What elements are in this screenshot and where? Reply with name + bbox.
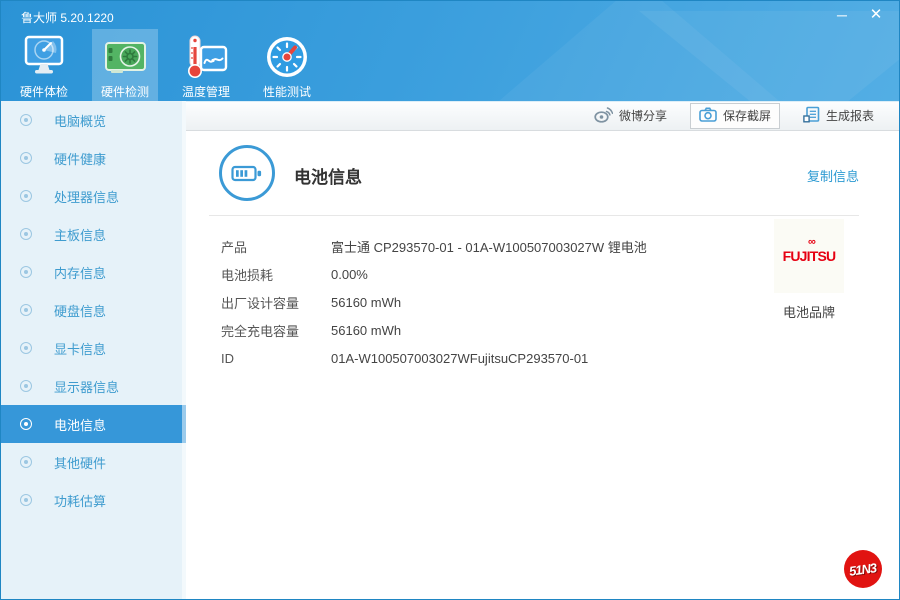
radio-icon (20, 380, 32, 392)
tab-hardware-checkup[interactable]: 硬件体检 (11, 29, 77, 101)
page-title: 电池信息 (294, 168, 362, 187)
app-title: 鲁大师 5.20.1220 (21, 11, 114, 25)
sidebar-item-label: 功耗估算 (54, 493, 107, 509)
weibo-share-button[interactable]: 微博分享 (585, 102, 676, 130)
sidebar-item-label: 电池信息 (54, 417, 107, 433)
nav-tab-label: 硬件体检 (19, 85, 68, 99)
battery-icon (219, 145, 275, 201)
app-window: 鲁大师 5.20.1220 ─ ✕ 硬件体检 硬件检测 温度管理 性能测试 电脑… (0, 0, 900, 600)
sidebar: 电脑概览 硬件健康 处理器信息 主板信息 内存信息 硬盘信息 显卡信息 显示器信… (1, 101, 186, 599)
radio-icon (20, 342, 32, 354)
sidebar-item-disk-info[interactable]: 硬盘信息 (1, 291, 186, 329)
sidebar-item-other-hardware[interactable]: 其他硬件 (1, 443, 186, 481)
radio-icon (20, 228, 32, 240)
sidebar-item-battery-info[interactable]: 电池信息 (1, 405, 186, 443)
sidebar-item-gpu-info[interactable]: 显卡信息 (1, 329, 186, 367)
radio-icon (20, 304, 32, 316)
51n3-logo: 51N3 (844, 550, 882, 588)
save-screenshot-button[interactable]: 保存截屏 (689, 102, 780, 129)
fujitsu-logo: ∞ FUJITSU (774, 219, 844, 293)
minimize-button[interactable]: ─ (829, 5, 855, 25)
battery-info-panel: 电池信息 复制信息 产品 富士通 CP293570-01 - 01A-W1005… (186, 131, 899, 599)
sidebar-item-label: 电脑概览 (54, 113, 107, 129)
sidebar-item-cpu-info[interactable]: 处理器信息 (1, 177, 186, 215)
header: 鲁大师 5.20.1220 ─ ✕ 硬件体检 硬件检测 温度管理 性能测试 (1, 1, 899, 141)
field-value: 56160 mWh (331, 294, 402, 310)
titlebar: 鲁大师 5.20.1220 ─ ✕ (1, 1, 899, 29)
sidebar-item-label: 主板信息 (54, 227, 107, 243)
monitor-radar-icon (21, 34, 67, 80)
tab-temperature[interactable]: 温度管理 (173, 29, 239, 101)
fujitsu-logo-text: FUJITSU (782, 248, 837, 264)
generate-report-button[interactable]: 生成报表 (794, 102, 883, 130)
sidebar-item-label: 显卡信息 (54, 341, 107, 357)
sidebar-item-label: 硬件健康 (54, 151, 107, 167)
sidebar-item-motherboard-info[interactable]: 主板信息 (1, 215, 186, 253)
gauge-icon (264, 34, 310, 80)
51n3-logo-text: 51N3 (848, 559, 878, 579)
field-value: 富士通 CP293570-01 - 01A-W100507003027W 锂电池 (331, 239, 647, 255)
fujitsu-infinity-mark: ∞ (808, 236, 816, 248)
field-value: 56160 mWh (331, 322, 402, 338)
field-value: 01A-W100507003027WFujitsuCP293570-01 (331, 350, 589, 366)
report-icon (803, 106, 826, 126)
sidebar-item-label: 其他硬件 (54, 455, 107, 471)
generate-report-label: 生成报表 (825, 109, 874, 123)
save-screenshot-label: 保存截屏 (722, 109, 771, 123)
sidebar-item-memory-info[interactable]: 内存信息 (1, 253, 186, 291)
field-row-id: ID 01A-W100507003027WFujitsuCP293570-01 (221, 344, 899, 372)
divider (209, 215, 859, 216)
radio-icon (20, 456, 32, 468)
sidebar-item-label: 硬盘信息 (54, 303, 107, 319)
radio-icon (20, 418, 32, 430)
camera-icon (699, 107, 723, 125)
field-value: 0.00% (331, 266, 368, 282)
field-label: 产品 (221, 239, 248, 255)
battery-brand-caption: 电池品牌 (782, 305, 835, 320)
sidebar-item-display-info[interactable]: 显示器信息 (1, 367, 186, 405)
radio-icon (20, 266, 32, 278)
weibo-share-label: 微博分享 (618, 109, 667, 123)
radio-icon (20, 494, 32, 506)
copy-info-link[interactable]: 复制信息 (807, 166, 859, 185)
gpu-card-icon (102, 34, 148, 80)
radio-icon (20, 152, 32, 164)
nav-tab-label: 温度管理 (181, 85, 230, 99)
nav-tab-label: 性能测试 (262, 85, 311, 99)
sidebar-item-label: 显示器信息 (54, 379, 120, 395)
sidebar-item-computer-overview[interactable]: 电脑概览 (1, 101, 186, 139)
radio-icon (20, 114, 32, 126)
sidebar-item-hardware-health[interactable]: 硬件健康 (1, 139, 186, 177)
sidebar-item-power-estimate[interactable]: 功耗估算 (1, 481, 186, 519)
content-header: 电池信息 复制信息 (186, 131, 899, 215)
weibo-icon (594, 106, 619, 126)
toolbar: 微博分享 保存截屏 生成报表 (186, 101, 899, 131)
sidebar-item-label: 内存信息 (54, 265, 107, 281)
nav-tabs: 硬件体检 硬件检测 温度管理 性能测试 (11, 29, 335, 101)
battery-brand: ∞ FUJITSU 电池品牌 (774, 219, 844, 321)
nav-tab-label: 硬件检测 (100, 85, 149, 99)
radio-icon (20, 190, 32, 202)
tab-hardware-detect[interactable]: 硬件检测 (92, 29, 158, 101)
close-button[interactable]: ✕ (863, 5, 889, 25)
field-label: 出厂设计容量 (221, 295, 300, 311)
thermometer-chart-icon (183, 34, 229, 80)
field-label: 完全充电容量 (221, 323, 300, 339)
tab-performance[interactable]: 性能测试 (254, 29, 320, 101)
field-label: 电池损耗 (221, 267, 274, 283)
sidebar-item-label: 处理器信息 (54, 189, 120, 205)
field-label: ID (221, 350, 234, 366)
